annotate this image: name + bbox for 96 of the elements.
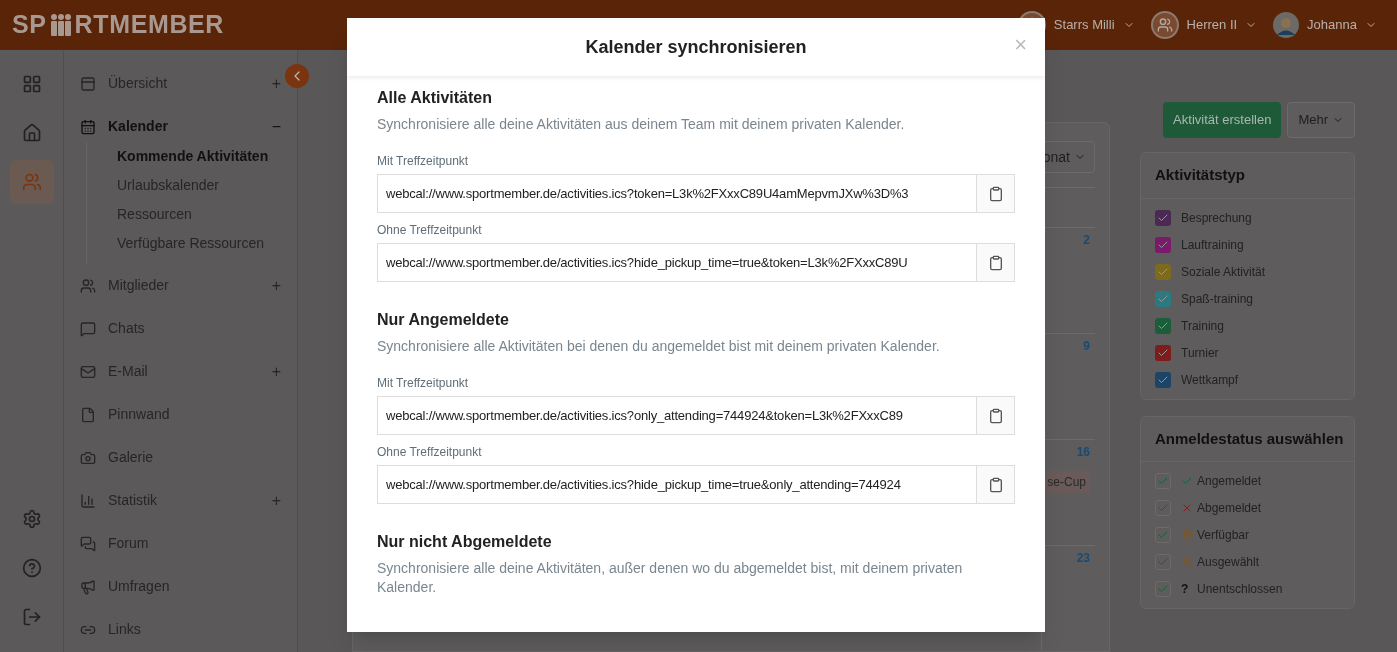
checkbox[interactable] [1155, 317, 1171, 334]
checkbox[interactable] [1155, 500, 1171, 516]
copy-button[interactable] [977, 396, 1015, 435]
day-number: 23 [1076, 550, 1090, 567]
check-icon [1157, 583, 1169, 595]
section-description: Synchronisiere alle deine Aktivitäten, außer denen wo du abgemeldet bist, mit deinem privaten Kalender. [377, 559, 964, 597]
checkbox[interactable] [1155, 263, 1171, 280]
section-description: Synchronisiere alle deine Aktivitäten aus deinem Team mit deinem privaten Kalender. [377, 115, 906, 134]
camera-icon [80, 449, 96, 466]
clipboard-icon [987, 476, 1004, 493]
expand-toggle[interactable]: + [271, 273, 281, 298]
avatar-icon [1273, 12, 1300, 38]
chat-icon [80, 320, 96, 337]
clipboard-icon [987, 185, 1004, 202]
team-icon [21, 172, 42, 192]
expand-toggle[interactable]: + [271, 488, 281, 513]
check-icon [1157, 529, 1169, 541]
filter-label: Spaß-training [1181, 290, 1254, 308]
collapse-button[interactable] [285, 64, 309, 88]
copy-button[interactable] [977, 465, 1015, 504]
check-icon [1181, 475, 1193, 487]
home-icon [21, 123, 42, 143]
url-field[interactable]: webcal://www.sportmember.de/activities.ics?only_attending=744924&token=L3k%2FXxxC89 [377, 396, 977, 435]
filter-label: Verfügbar [1197, 527, 1250, 544]
url-field[interactable]: webcal://www.sportmember.de/activities.ics?hide_pickup_time=true&only_attending=744924 [377, 465, 977, 504]
filter-label: Unentschlossen [1197, 581, 1283, 598]
nav-label: Kalender [108, 117, 168, 136]
copy-button[interactable] [977, 243, 1015, 282]
hand-icon [1181, 529, 1193, 541]
grid-icon [21, 74, 42, 94]
question-mark: ? [1181, 581, 1190, 598]
filter-label: Training [1181, 317, 1224, 335]
filter-label: Lauftraining [1181, 236, 1244, 254]
day-number: 2 [1083, 232, 1090, 249]
bar-chart-icon [80, 492, 96, 509]
filter-label: Wettkampf [1181, 371, 1239, 389]
field-label: Ohne Treffzeitpunkt [377, 222, 483, 239]
day-number: 16 [1076, 444, 1090, 461]
settings-icon [21, 509, 42, 529]
expand-toggle[interactable]: + [271, 71, 281, 96]
checkbox[interactable] [1155, 371, 1171, 388]
more-button[interactable]: Mehr [1287, 102, 1355, 138]
people-icon [80, 277, 96, 294]
logout-icon [21, 607, 42, 627]
section-title: Alle Aktivitäten [377, 88, 493, 108]
checkbox[interactable] [1155, 473, 1171, 489]
dialog-title: Kalender synchronisieren [585, 35, 807, 59]
window-icon [80, 75, 96, 92]
field-label: Mit Treffzeitpunkt [377, 375, 470, 392]
filter-label: Soziale Aktivität [1181, 263, 1266, 281]
megaphone-icon [80, 578, 96, 595]
copy-button[interactable] [977, 174, 1015, 213]
document-icon [80, 406, 96, 423]
rail-button[interactable] [9, 160, 54, 204]
check-icon [1157, 475, 1169, 487]
check-icon [1157, 556, 1169, 568]
section-title: Nur Angemeldete [377, 310, 510, 330]
filter-label: Besprechung [1181, 209, 1252, 227]
chat-icon [80, 535, 96, 552]
cross-icon [1181, 502, 1193, 514]
url-field[interactable]: webcal://www.sportmember.de/activities.ics?hide_pickup_time=true&token=L3k%2FXxxC89U [377, 243, 977, 282]
clipboard-icon [987, 254, 1004, 271]
checkbox[interactable] [1155, 344, 1171, 361]
check-icon [1157, 502, 1169, 514]
url-field[interactable]: webcal://www.sportmember.de/activities.ics?token=L3k%2FXxxC89U4amMepvmJXw%3D%3 [377, 174, 977, 213]
logo-text: SP [12, 9, 47, 41]
checkbox[interactable] [1155, 527, 1171, 543]
help-icon [21, 558, 42, 578]
checkbox[interactable] [1155, 236, 1171, 253]
calendar-event[interactable]: se-Cup [1042, 471, 1090, 493]
create-activity-button[interactable]: Aktivität erstellen [1163, 102, 1282, 138]
section-description: Synchronisiere alle Aktivitäten bei denen du angemeldet bist mit deinem privaten Kalender. [377, 337, 941, 356]
clipboard-icon [987, 407, 1004, 424]
filter-label: Ausgewählt [1197, 554, 1260, 571]
person-icon [1181, 556, 1193, 568]
card-title: Anmeldestatus auswählen [1141, 416, 1354, 462]
checkbox[interactable] [1155, 581, 1171, 597]
field-label: Mit Treffzeitpunkt [377, 153, 470, 170]
logo-text: RTMEMBER [74, 9, 225, 41]
collapse-toggle[interactable]: − [271, 114, 281, 139]
team-icon [1150, 11, 1179, 39]
filter-label: Angemeldet [1197, 473, 1262, 490]
checkbox[interactable] [1155, 209, 1171, 226]
checkbox[interactable] [1155, 554, 1171, 570]
expand-toggle[interactable]: + [271, 359, 281, 384]
header-menu[interactable]: Herren II [1150, 11, 1258, 39]
calendar-icon [80, 118, 96, 135]
day-number: 9 [1083, 338, 1090, 355]
filter-label: Turnier [1181, 344, 1219, 362]
checkbox[interactable] [1155, 290, 1171, 307]
field-label: Ohne Treffzeitpunkt [377, 444, 483, 461]
card-title: Aktivitätstyp [1141, 153, 1354, 199]
filter-label: Abgemeldet [1197, 500, 1262, 517]
mail-icon [80, 363, 96, 380]
section-title: Nur nicht Abgemeldete [377, 532, 553, 552]
header-menu[interactable]: Johanna [1273, 12, 1377, 38]
